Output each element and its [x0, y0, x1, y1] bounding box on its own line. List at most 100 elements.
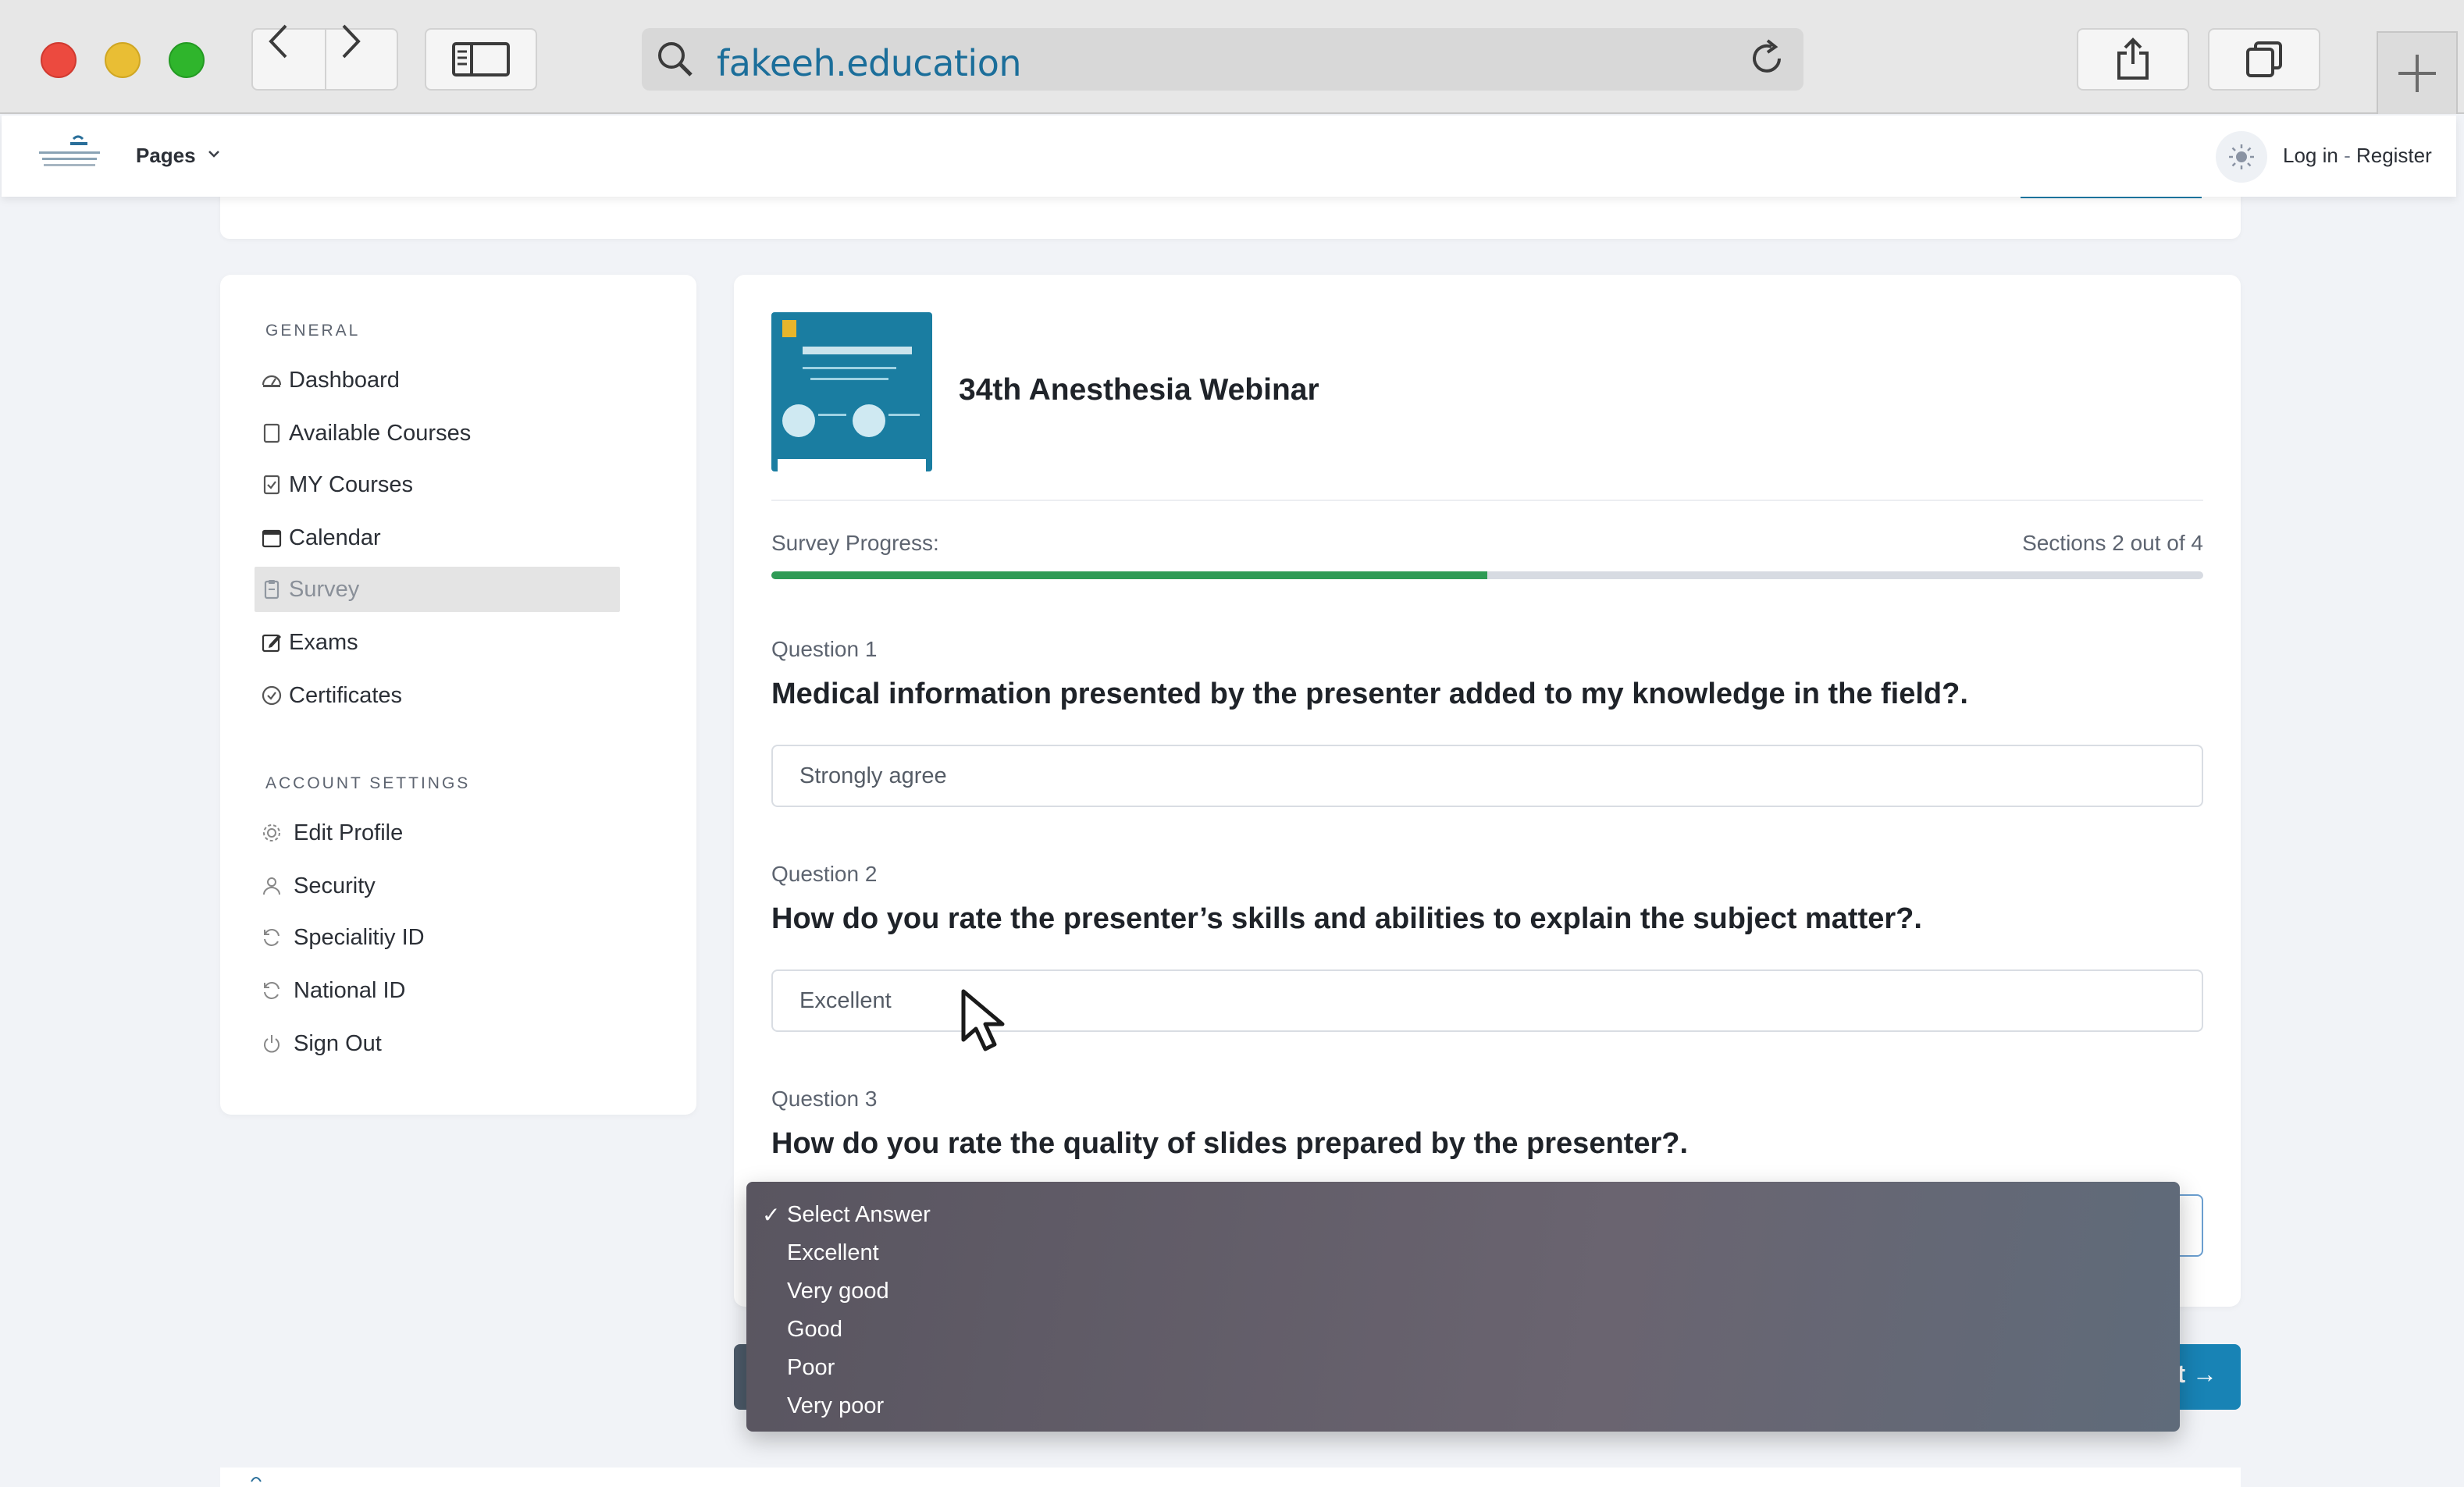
new-tab-button[interactable] [2377, 31, 2458, 114]
history-nav-group [251, 24, 398, 91]
page-footer [220, 1467, 2241, 1487]
sidebar-item-calendar[interactable]: Calendar [261, 515, 381, 560]
dashboard-icon [262, 375, 282, 387]
auth-separator: - [2338, 144, 2356, 167]
tabs-overview-button[interactable] [2208, 28, 2320, 91]
question-3-text: How do you rate the quality of slides pr… [771, 1127, 1689, 1160]
sidebar-item-label: Specialitiy ID [294, 924, 425, 950]
survey-progress-fill [771, 571, 1487, 579]
question-2-label: Question 2 [771, 862, 878, 886]
question-2-answer-value: Excellent [799, 988, 892, 1013]
dropdown-option-very-poor[interactable]: Very poor [746, 1387, 2180, 1425]
edit-icon [262, 634, 281, 653]
question-1-text: Medical information presented by the pre… [771, 678, 1968, 710]
register-link[interactable]: Register [2356, 144, 2432, 167]
refresh-icon [264, 929, 280, 946]
sidebar-item-edit-profile[interactable]: Edit Profile [261, 810, 403, 856]
thumbnail-badge [782, 320, 796, 337]
sidebar-item-national-id[interactable]: National ID [261, 968, 405, 1013]
mouse-cursor-icon [961, 989, 1005, 1051]
site-header: Pages Log in - Register [2, 116, 2456, 197]
forward-button[interactable] [326, 24, 398, 89]
sidebar-item-label: Security [294, 873, 376, 898]
sidebar-item-survey[interactable]: Survey [255, 567, 620, 612]
plus-icon [2398, 55, 2436, 92]
account-settings-section-title: ACCOUNT SETTINGS [265, 774, 471, 792]
question-3-dropdown-menu: ✓ Select Answer Excellent Very good Good… [746, 1182, 2180, 1432]
chevron-right-icon [342, 24, 361, 59]
dropdown-option-excellent[interactable]: Excellent [746, 1234, 2180, 1272]
address-bar[interactable]: fakeeh.education [642, 28, 1803, 91]
sun-icon [2229, 144, 2254, 169]
dropdown-option-very-good[interactable]: Very good [746, 1272, 2180, 1311]
pages-menu[interactable]: Pages [136, 144, 196, 168]
checklist-icon [263, 475, 280, 495]
survey-card: 34th Anesthesia Webinar Survey Progress:… [734, 275, 2241, 1307]
sidebar-item-label: National ID [294, 977, 406, 1003]
sidebar-item-label: MY Courses [289, 471, 414, 497]
calendar-icon [262, 529, 282, 548]
sidebar-item-certificates[interactable]: Certificates [261, 673, 402, 718]
survey-progress-label: Survey Progress: [771, 531, 939, 555]
book-icon [263, 423, 280, 443]
thumbnail-line [810, 378, 888, 380]
url-text: fakeeh.education [717, 42, 1022, 84]
reload-icon[interactable] [1746, 37, 1788, 80]
sidebar: GENERAL Dashboard Available Courses MY C… [220, 275, 696, 1115]
maximize-window-button[interactable] [169, 42, 205, 78]
fakeeh-logo[interactable] [33, 133, 105, 180]
dropdown-option-label: Excellent [787, 1240, 879, 1265]
power-icon [264, 1035, 280, 1053]
dropdown-option-label: Very good [787, 1279, 889, 1304]
dropdown-option-label: Very poor [787, 1393, 885, 1418]
chevron-down-icon [208, 151, 219, 158]
dropdown-option-good[interactable]: Good [746, 1311, 2180, 1349]
course-thumbnail[interactable] [771, 312, 932, 471]
next-button-label: t → [2177, 1360, 2217, 1388]
sidebar-item-label: Exams [289, 629, 358, 655]
share-button[interactable] [2077, 28, 2189, 91]
sidebar-item-label: Sign Out [294, 1030, 382, 1056]
footer-logo [251, 1477, 262, 1482]
chevron-left-icon [269, 24, 287, 59]
question-1-label: Question 1 [771, 637, 878, 661]
sidebar-toggle-button[interactable] [425, 28, 537, 91]
refresh-icon [264, 982, 280, 999]
sidebar-item-my-courses[interactable]: MY Courses [261, 462, 413, 507]
sidebar-item-speciality-id[interactable]: Specialitiy ID [261, 915, 425, 960]
sidebar-item-sign-out[interactable]: Sign Out [261, 1021, 382, 1066]
dropdown-option-poor[interactable]: Poor [746, 1349, 2180, 1387]
sidebar-item-label: Edit Profile [294, 820, 404, 845]
sidebar-item-available-courses[interactable]: Available Courses [261, 411, 471, 456]
sidebar-item-dashboard[interactable]: Dashboard [261, 358, 400, 403]
clipboard-icon [264, 580, 280, 599]
thumbnail-title-bar [803, 347, 912, 354]
course-title: 34th Anesthesia Webinar [959, 373, 1319, 407]
sidebar-item-label: Available Courses [289, 420, 472, 446]
question-1-answer-select[interactable]: Strongly agree [771, 745, 2203, 807]
sidebar-item-label: Survey [289, 576, 360, 602]
question-1-answer-value: Strongly agree [799, 763, 947, 788]
back-button[interactable] [253, 24, 325, 89]
thumbnail-line [803, 367, 896, 369]
thumbnail-speaker-photo [782, 404, 815, 437]
sidebar-item-exams[interactable]: Exams [261, 620, 358, 665]
gear-icon [263, 824, 280, 841]
tabs-icon [2246, 41, 2282, 77]
question-2-text: How do you rate the presenter’s skills a… [771, 902, 1922, 935]
minimize-window-button[interactable] [105, 42, 141, 78]
sidebar-item-label: Calendar [289, 525, 381, 550]
sidebar-item-security[interactable]: Security [261, 863, 376, 909]
login-link[interactable]: Log in [2283, 144, 2338, 167]
theme-toggle-button[interactable] [2216, 131, 2267, 183]
general-section-title: GENERAL [265, 322, 361, 340]
close-window-button[interactable] [41, 42, 77, 78]
thumbnail-footer [778, 459, 926, 471]
dropdown-option-label: Poor [787, 1355, 835, 1380]
thumbnail-line [888, 414, 920, 416]
survey-sections-count: Sections 2 out of 4 [2022, 531, 2203, 555]
dropdown-option-select-answer[interactable]: ✓ Select Answer [746, 1196, 2180, 1234]
share-icon [2117, 37, 2149, 80]
header-divider [771, 500, 2203, 501]
sidebar-item-label: Dashboard [289, 367, 400, 393]
